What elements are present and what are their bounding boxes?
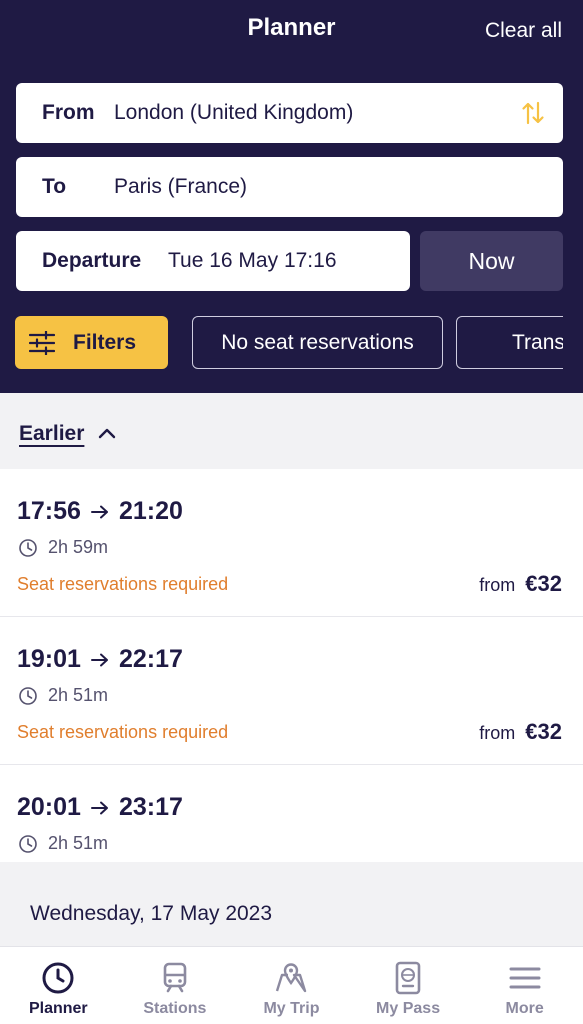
journey-price: from €32: [479, 719, 562, 745]
departure-field[interactable]: Departure Tue 16 May 17:16: [16, 231, 410, 291]
price-amount: €32: [525, 719, 562, 744]
tab-label: Planner: [28, 1000, 88, 1017]
duration-text: 2h 51m: [48, 833, 109, 853]
day-separator-label: Wednesday, 17 May 2023: [30, 902, 273, 925]
journey-item[interactable]: 20:01 23:17 2h 51m: [0, 765, 583, 862]
map-pin-icon: [276, 963, 307, 993]
duration-text: 2h 51m: [48, 685, 109, 705]
tab-my-trip[interactable]: My Trip: [233, 947, 350, 1024]
tab-label: My Pass: [376, 1000, 441, 1017]
bottom-tab-bar: Planner Stations My Trip My Pass More: [0, 946, 583, 1024]
seat-reservation-note: Seat reservations required: [17, 722, 229, 742]
departure-time: 17:56: [17, 497, 81, 525]
journey-duration: 2h 51m: [18, 685, 108, 706]
planner-header: Planner Clear all From London (United Ki…: [0, 0, 583, 393]
to-label: To: [42, 175, 67, 198]
day-separator: Wednesday, 17 May 2023: [0, 866, 583, 946]
journey-times: 20:01 23:17: [17, 793, 183, 822]
no-seat-reservations-chip[interactable]: No seat reservations: [192, 316, 443, 369]
journey-times: 17:56 21:20: [17, 497, 183, 526]
journey-times: 19:01 22:17: [17, 645, 183, 674]
arrival-time: 23:17: [118, 793, 183, 821]
arrow-right-icon: [90, 505, 108, 518]
journey-list: 17:56 21:20 2h 59m Seat reservations req…: [0, 469, 583, 862]
departure-time: 19:01: [17, 645, 81, 673]
departure-value: Tue 16 May 17:16: [168, 249, 337, 272]
clock-icon: [19, 834, 37, 853]
clear-all-button[interactable]: Clear all: [485, 19, 562, 43]
tab-label: Stations: [143, 1000, 207, 1017]
journey-item[interactable]: 19:01 22:17 2h 51m Seat reservations req…: [0, 617, 583, 765]
clock-icon: [42, 962, 74, 994]
swap-icon[interactable]: [521, 99, 545, 127]
arrival-time: 21:20: [118, 497, 183, 525]
departure-label: Departure: [42, 249, 142, 272]
now-button[interactable]: Now: [420, 231, 563, 291]
seat-reservation-note: Seat reservations required: [17, 574, 229, 594]
earlier-bar: Earlier: [0, 393, 583, 469]
tab-planner[interactable]: Planner: [0, 947, 117, 1024]
sliders-icon: [29, 330, 55, 355]
from-field[interactable]: From London (United Kingdom): [16, 83, 563, 143]
duration-text: 2h 59m: [48, 537, 109, 557]
tab-my-pass[interactable]: My Pass: [350, 947, 467, 1024]
menu-icon: [509, 967, 541, 989]
tab-label: More: [505, 1000, 544, 1017]
train-icon: [163, 962, 187, 993]
arrow-right-icon: [90, 801, 108, 814]
earlier-button[interactable]: Earlier: [19, 422, 84, 446]
journey-duration: 2h 59m: [18, 537, 108, 558]
price-prefix: from: [479, 723, 516, 743]
clock-icon: [19, 686, 37, 705]
from-label: From: [42, 101, 95, 124]
arrow-right-icon: [90, 653, 108, 666]
journey-price: from €32: [479, 571, 562, 597]
to-value: Paris (France): [114, 175, 248, 198]
to-field[interactable]: To Paris (France): [16, 157, 563, 217]
from-value: London (United Kingdom): [114, 101, 354, 124]
price-prefix: from: [479, 575, 516, 595]
tab-more[interactable]: More: [466, 947, 583, 1024]
arrival-time: 22:17: [118, 645, 183, 673]
journey-duration: 2h 51m: [18, 833, 108, 854]
passport-icon: [395, 961, 421, 995]
tab-label: My Trip: [263, 1000, 320, 1017]
filters-label: Filters: [73, 330, 137, 354]
filter-chips: Filters No seat reservations Transfers: [0, 316, 563, 370]
filters-button[interactable]: Filters: [15, 316, 168, 369]
price-amount: €32: [525, 571, 562, 596]
transfers-chip[interactable]: Transfers: [456, 316, 563, 369]
clock-icon: [19, 538, 37, 557]
departure-time: 20:01: [17, 793, 81, 821]
tab-stations[interactable]: Stations: [117, 947, 234, 1024]
chevron-up-icon[interactable]: [98, 427, 116, 439]
journey-item[interactable]: 17:56 21:20 2h 59m Seat reservations req…: [0, 469, 583, 617]
